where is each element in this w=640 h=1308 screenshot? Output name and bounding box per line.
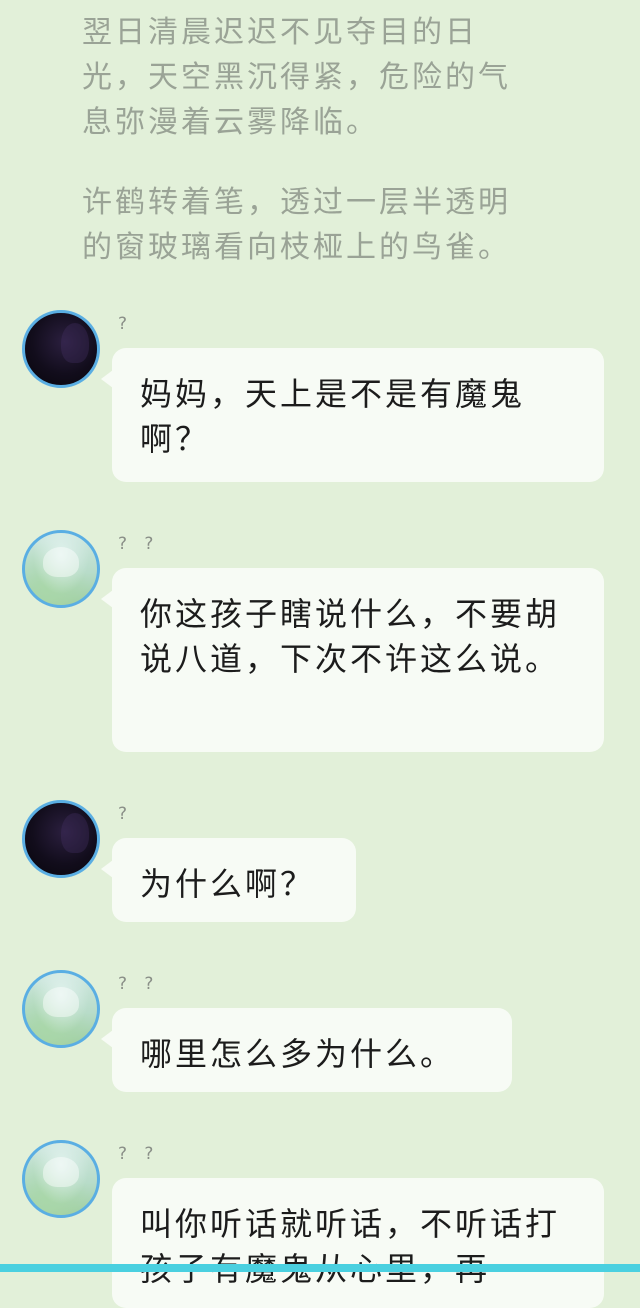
- avatar-figure: [43, 1157, 79, 1187]
- bottom-edge-bar: [0, 1264, 640, 1272]
- sender-name: ?: [118, 804, 134, 824]
- sender-name: ?: [118, 314, 134, 334]
- sender-name: ? ?: [118, 974, 160, 994]
- avatar-figure: [61, 813, 89, 853]
- avatar-figure: [43, 547, 79, 577]
- avatar[interactable]: [22, 530, 100, 608]
- message-bubble: 妈妈，天上是不是有魔鬼啊？: [101, 348, 604, 482]
- message-bubble: 叫你听话就听话，不听话打孩子有魔鬼从心里，再: [112, 1178, 604, 1308]
- sender-name: ? ?: [118, 534, 160, 554]
- narration-paragraph-1: 翌日清晨迟迟不见夺目的日光，天空黑沉得紧，危险的气息弥漫着云雾降临。: [82, 15, 511, 140]
- narration-paragraph-2: 许鹤转着笔，透过一层半透明的窗玻璃看向枝桠上的鸟雀。: [82, 185, 511, 265]
- message-bubble: 为什么啊？: [101, 838, 356, 922]
- avatar-figure: [43, 987, 79, 1017]
- sender-name: ? ?: [118, 1144, 160, 1164]
- avatar-figure: [61, 323, 89, 363]
- avatar[interactable]: [22, 970, 100, 1048]
- avatar[interactable]: [22, 800, 100, 878]
- message-bubble: 哪里怎么多为什么。: [101, 1008, 512, 1092]
- message-bubble: 你这孩子瞎说什么，不要胡说八道，下次不许这么说。: [101, 568, 604, 752]
- avatar[interactable]: [22, 1140, 100, 1218]
- avatar[interactable]: [22, 310, 100, 388]
